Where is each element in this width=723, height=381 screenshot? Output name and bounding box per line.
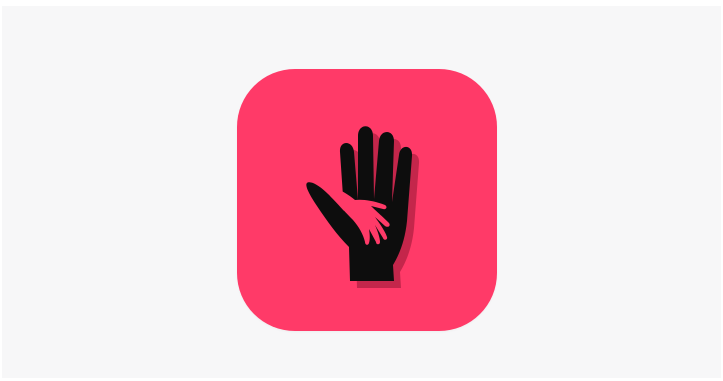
icon-preview-canvas (2, 6, 721, 378)
app-icon-tile (237, 69, 497, 331)
helping-hand-icon (237, 69, 497, 331)
